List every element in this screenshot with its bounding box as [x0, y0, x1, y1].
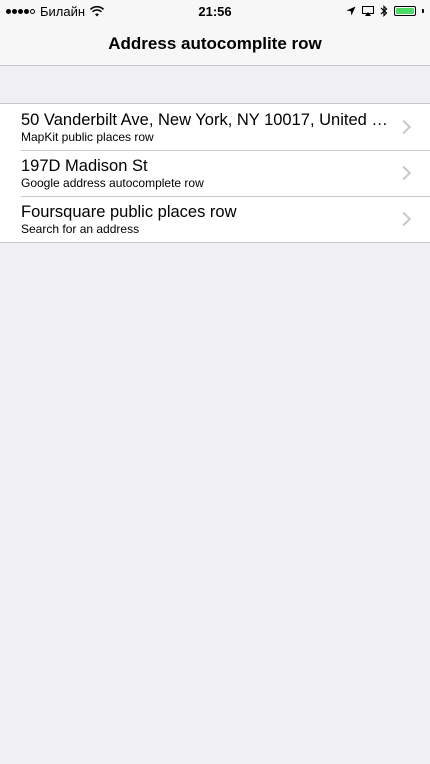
bluetooth-icon: [380, 5, 388, 17]
row-title: Foursquare public places row: [21, 203, 237, 221]
airplay-icon: [362, 6, 374, 16]
row-title: 50 Vanderbilt Ave, New York, NY 10017, U…: [21, 111, 390, 129]
wifi-icon: [90, 5, 105, 16]
row-subtitle: Search for an address: [21, 222, 140, 236]
row-google[interactable]: 197D Madison St Google address autocompl…: [0, 150, 430, 196]
location-arrow-icon: [346, 6, 356, 16]
navigation-bar: Address autocomplite row: [0, 22, 430, 66]
row-title: 197D Madison St: [21, 157, 148, 175]
carrier-name: Билайн: [40, 3, 86, 19]
status-bar: Билайн 21:56: [0, 0, 430, 22]
row-mapkit[interactable]: 50 Vanderbilt Ave, New York, NY 10017, U…: [0, 104, 430, 150]
battery-cap: [422, 9, 424, 13]
row-subtitle: MapKit public places row: [21, 130, 154, 144]
row-foursquare[interactable]: Foursquare public places row Search for …: [0, 196, 430, 242]
chevron-right-icon: [396, 119, 412, 135]
battery-icon: [394, 6, 416, 16]
row-subtitle: Google address autocomplete row: [21, 176, 204, 190]
status-right: [346, 5, 424, 17]
chevron-right-icon: [396, 211, 412, 227]
status-left: Билайн: [6, 4, 346, 19]
signal-strength-icon: [6, 8, 35, 14]
address-table: 50 Vanderbilt Ave, New York, NY 10017, U…: [0, 103, 430, 243]
chevron-right-icon: [396, 165, 412, 181]
page-title: Address autocomplite row: [108, 33, 322, 53]
